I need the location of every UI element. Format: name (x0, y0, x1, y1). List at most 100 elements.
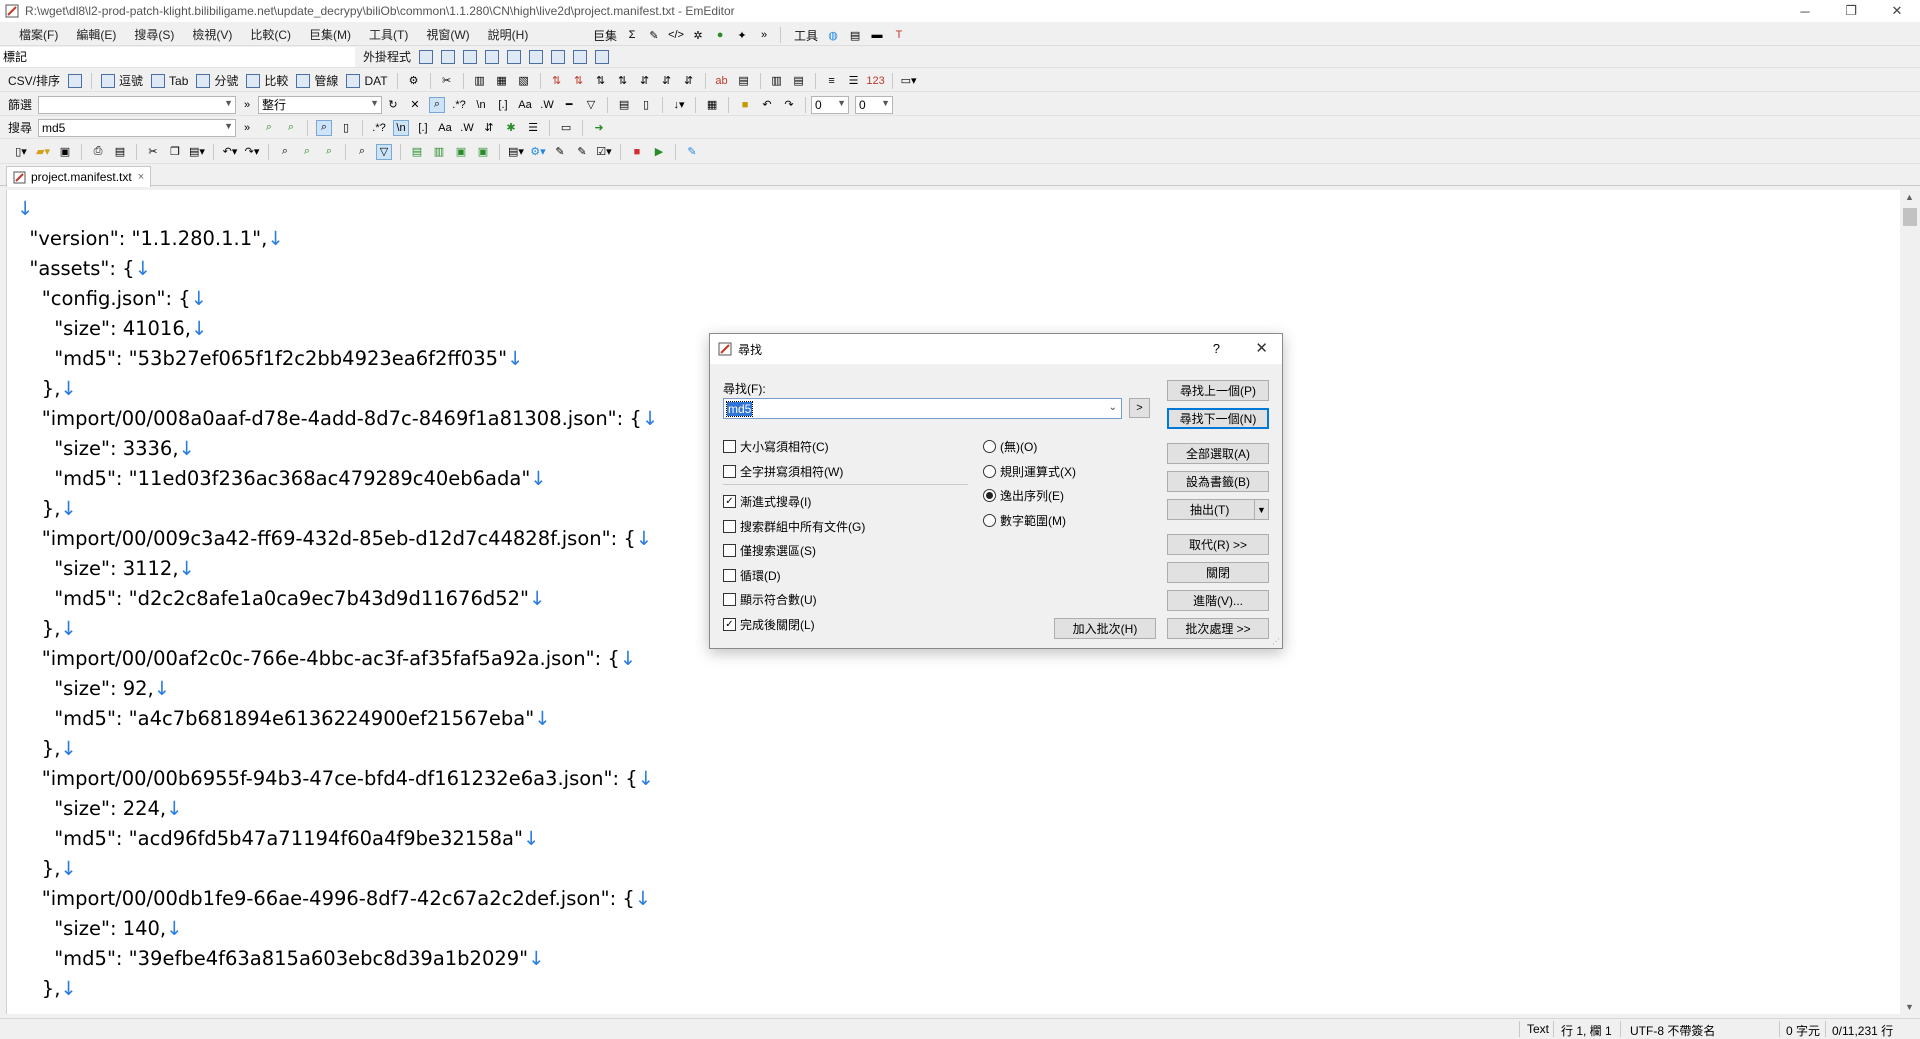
editor-line[interactable]: "import/00/008a0aaf-d78e-4add-8d7c-8469f… (17, 404, 658, 434)
advanced-button[interactable]: 進階(V)... (1167, 590, 1269, 611)
sort-za-icon[interactable]: ⇅ (571, 73, 587, 89)
add-to-batch-button[interactable]: 加入批次(H) (1054, 618, 1156, 639)
macro-edit-icon[interactable]: ✎ (646, 27, 662, 43)
highlight-icon[interactable]: ⌕ (316, 119, 333, 136)
menu-window[interactable]: 視窗(W) (417, 26, 478, 43)
filter-funnel-icon[interactable]: ▽ (583, 97, 599, 113)
redo-icon[interactable]: ↷▾ (244, 144, 260, 160)
radio-number-range[interactable]: 數字範圍(M) (983, 512, 1066, 529)
csv-semicolon-button[interactable]: 分號 (214, 72, 242, 89)
editor-line[interactable]: },↓ (17, 614, 77, 644)
editor-line[interactable]: "size": 224,↓ (17, 794, 182, 824)
column-delete-icon[interactable]: ▧ (516, 73, 532, 89)
hammer-icon[interactable]: T (891, 27, 907, 43)
marker-input[interactable]: 標記 (0, 46, 355, 67)
more-icon[interactable]: » (756, 27, 772, 43)
scroll-down-icon[interactable]: ▼ (1905, 1002, 1914, 1012)
find-icon[interactable]: ⌕ (277, 144, 293, 160)
show-count-checkbox[interactable]: 顯示符合數(U) (723, 591, 817, 608)
number-sequence-icon[interactable]: 123 (866, 73, 884, 89)
redo-filter-icon[interactable]: ↷ (781, 97, 797, 113)
editor-line[interactable]: "size": 140,↓ (17, 914, 182, 944)
restore-button[interactable]: ❐ (1828, 0, 1874, 22)
print-preview-icon[interactable]: ▤ (112, 144, 128, 160)
chevron-down-icon[interactable]: ▼ (224, 98, 233, 108)
editor-line[interactable]: "md5": "11ed03f236ac368ac479289c40eb6ada… (17, 464, 546, 494)
extract-button[interactable]: 抽出(T) ▼ (1167, 499, 1269, 520)
split-window-icon[interactable]: ▤ (409, 144, 425, 160)
filter-icon[interactable]: ▽ (376, 143, 392, 160)
plugin-word-count-icon[interactable] (528, 49, 544, 65)
menu-search[interactable]: 搜尋(S) (125, 26, 183, 43)
sort-len-desc-icon[interactable]: ⇵ (659, 73, 675, 89)
copy-icon[interactable]: ❐ (167, 144, 183, 160)
more-icon[interactable]: » (239, 120, 255, 136)
close-tab-icon[interactable]: × (138, 171, 144, 183)
csv-normal-icon[interactable] (67, 73, 83, 89)
checklist-icon[interactable]: ☑▾ (596, 144, 612, 160)
cut-icon[interactable]: ✂ (145, 144, 161, 160)
csv-semicolon-icon[interactable] (195, 73, 211, 89)
editor-line[interactable]: "size": 3336,↓ (17, 434, 195, 464)
csv-comma-button[interactable]: 逗號 (119, 72, 147, 89)
range-icon[interactable]: [.] (415, 120, 431, 136)
list-results-icon[interactable]: ☰ (525, 120, 541, 136)
number-select-b[interactable]: 0 ▼ (855, 95, 894, 114)
play-macro-icon[interactable]: ▶ (651, 144, 667, 160)
editor-line[interactable]: "size": 41016,↓ (17, 314, 207, 344)
editor-line[interactable]: "md5": "39efbe4f63a815a603ebc8d39a1b2029… (17, 944, 544, 974)
selection-only-checkbox[interactable]: 僅搜索選區(S) (723, 542, 816, 559)
csv-pipe-button[interactable]: 管線 (314, 72, 342, 89)
wrap-around-checkbox[interactable]: 循環(D) (723, 567, 781, 584)
batch-button[interactable]: 批次處理 >> (1167, 618, 1269, 639)
replace-button[interactable]: 取代(R) >> (1167, 534, 1269, 555)
sort-len-asc-icon[interactable]: ⇵ (637, 73, 653, 89)
editor-line[interactable]: "import/00/00af2c0c-766e-4bbc-ac3f-af35f… (17, 644, 636, 674)
plugin-explorer-icon[interactable] (484, 49, 500, 65)
filter-search-icon[interactable]: ⌕ (429, 96, 446, 113)
macro-run-icon[interactable]: ● (712, 27, 728, 43)
plugin-projects-icon[interactable] (550, 49, 566, 65)
next-window-icon[interactable]: ▣ (453, 144, 469, 160)
csv-pipe-icon[interactable] (295, 73, 311, 89)
vertical-scrollbar[interactable]: ▲ ▼ (1900, 190, 1920, 1014)
resize-grip-icon[interactable]: ⋰ (1272, 637, 1280, 646)
editor-line[interactable]: },↓ (17, 494, 77, 524)
plugin-spell-icon[interactable] (594, 49, 610, 65)
bookmark-icon[interactable]: ▤ (616, 97, 632, 113)
macro-gear-icon[interactable]: ✲ (690, 27, 706, 43)
csv-dat-icon[interactable] (345, 73, 361, 89)
case-icon[interactable]: Aa (517, 97, 533, 113)
new-file-icon[interactable]: ▯▾ (13, 144, 29, 160)
browser-icon[interactable]: ◍ (825, 27, 841, 43)
word-icon[interactable]: .W (459, 120, 475, 136)
sigma-icon[interactable]: Σ (624, 27, 640, 43)
editor-line[interactable]: "config.json": {↓ (17, 284, 207, 314)
editor-line[interactable]: "md5": "a4c7b681894e6136224900ef21567eba… (17, 704, 550, 734)
numbering-icon[interactable]: ≡ (824, 73, 840, 89)
close-when-done-checkbox[interactable]: ✓ 完成後關閉(L) (723, 616, 815, 633)
csv-compare-button[interactable]: 比較 (264, 72, 292, 89)
spell-check-icon[interactable]: ab (714, 73, 730, 89)
sort-num-desc-icon[interactable]: ⇅ (615, 73, 631, 89)
newline-icon[interactable]: \n (393, 119, 410, 136)
find-next-toolbar-icon[interactable]: ⌕ (299, 144, 315, 160)
chevron-down-icon[interactable]: ⌄ (1109, 402, 1117, 413)
split-vertical-icon[interactable]: ▥ (431, 144, 447, 160)
scroll-thumb[interactable] (1903, 208, 1917, 226)
word-icon[interactable]: .W (539, 97, 555, 113)
find-input[interactable]: md5 ⌄ (723, 398, 1122, 419)
csv-comma-icon[interactable] (100, 73, 116, 89)
console-icon[interactable]: ▬ (869, 27, 885, 43)
case-icon[interactable]: Aa (437, 120, 453, 136)
editor-line[interactable]: "md5": "d2c2c8afe1a0ca9ec7b43d9d11676d52… (17, 584, 545, 614)
plugin-folder-icon[interactable] (418, 49, 434, 65)
config-icon[interactable]: ⚙▾ (530, 144, 546, 160)
bookmark-button[interactable]: 設為書籤(B) (1167, 471, 1269, 492)
csv-settings-icon[interactable]: ⚙ (406, 73, 422, 89)
editor-line[interactable]: "import/00/009c3a42-ff69-432d-85eb-d12d7… (17, 524, 652, 554)
help-button[interactable]: ? (1213, 341, 1220, 356)
sort-num-asc-icon[interactable]: ⇅ (593, 73, 609, 89)
minimize-button[interactable]: ─ (1782, 0, 1828, 22)
prev-window-icon[interactable]: ▣ (475, 144, 491, 160)
